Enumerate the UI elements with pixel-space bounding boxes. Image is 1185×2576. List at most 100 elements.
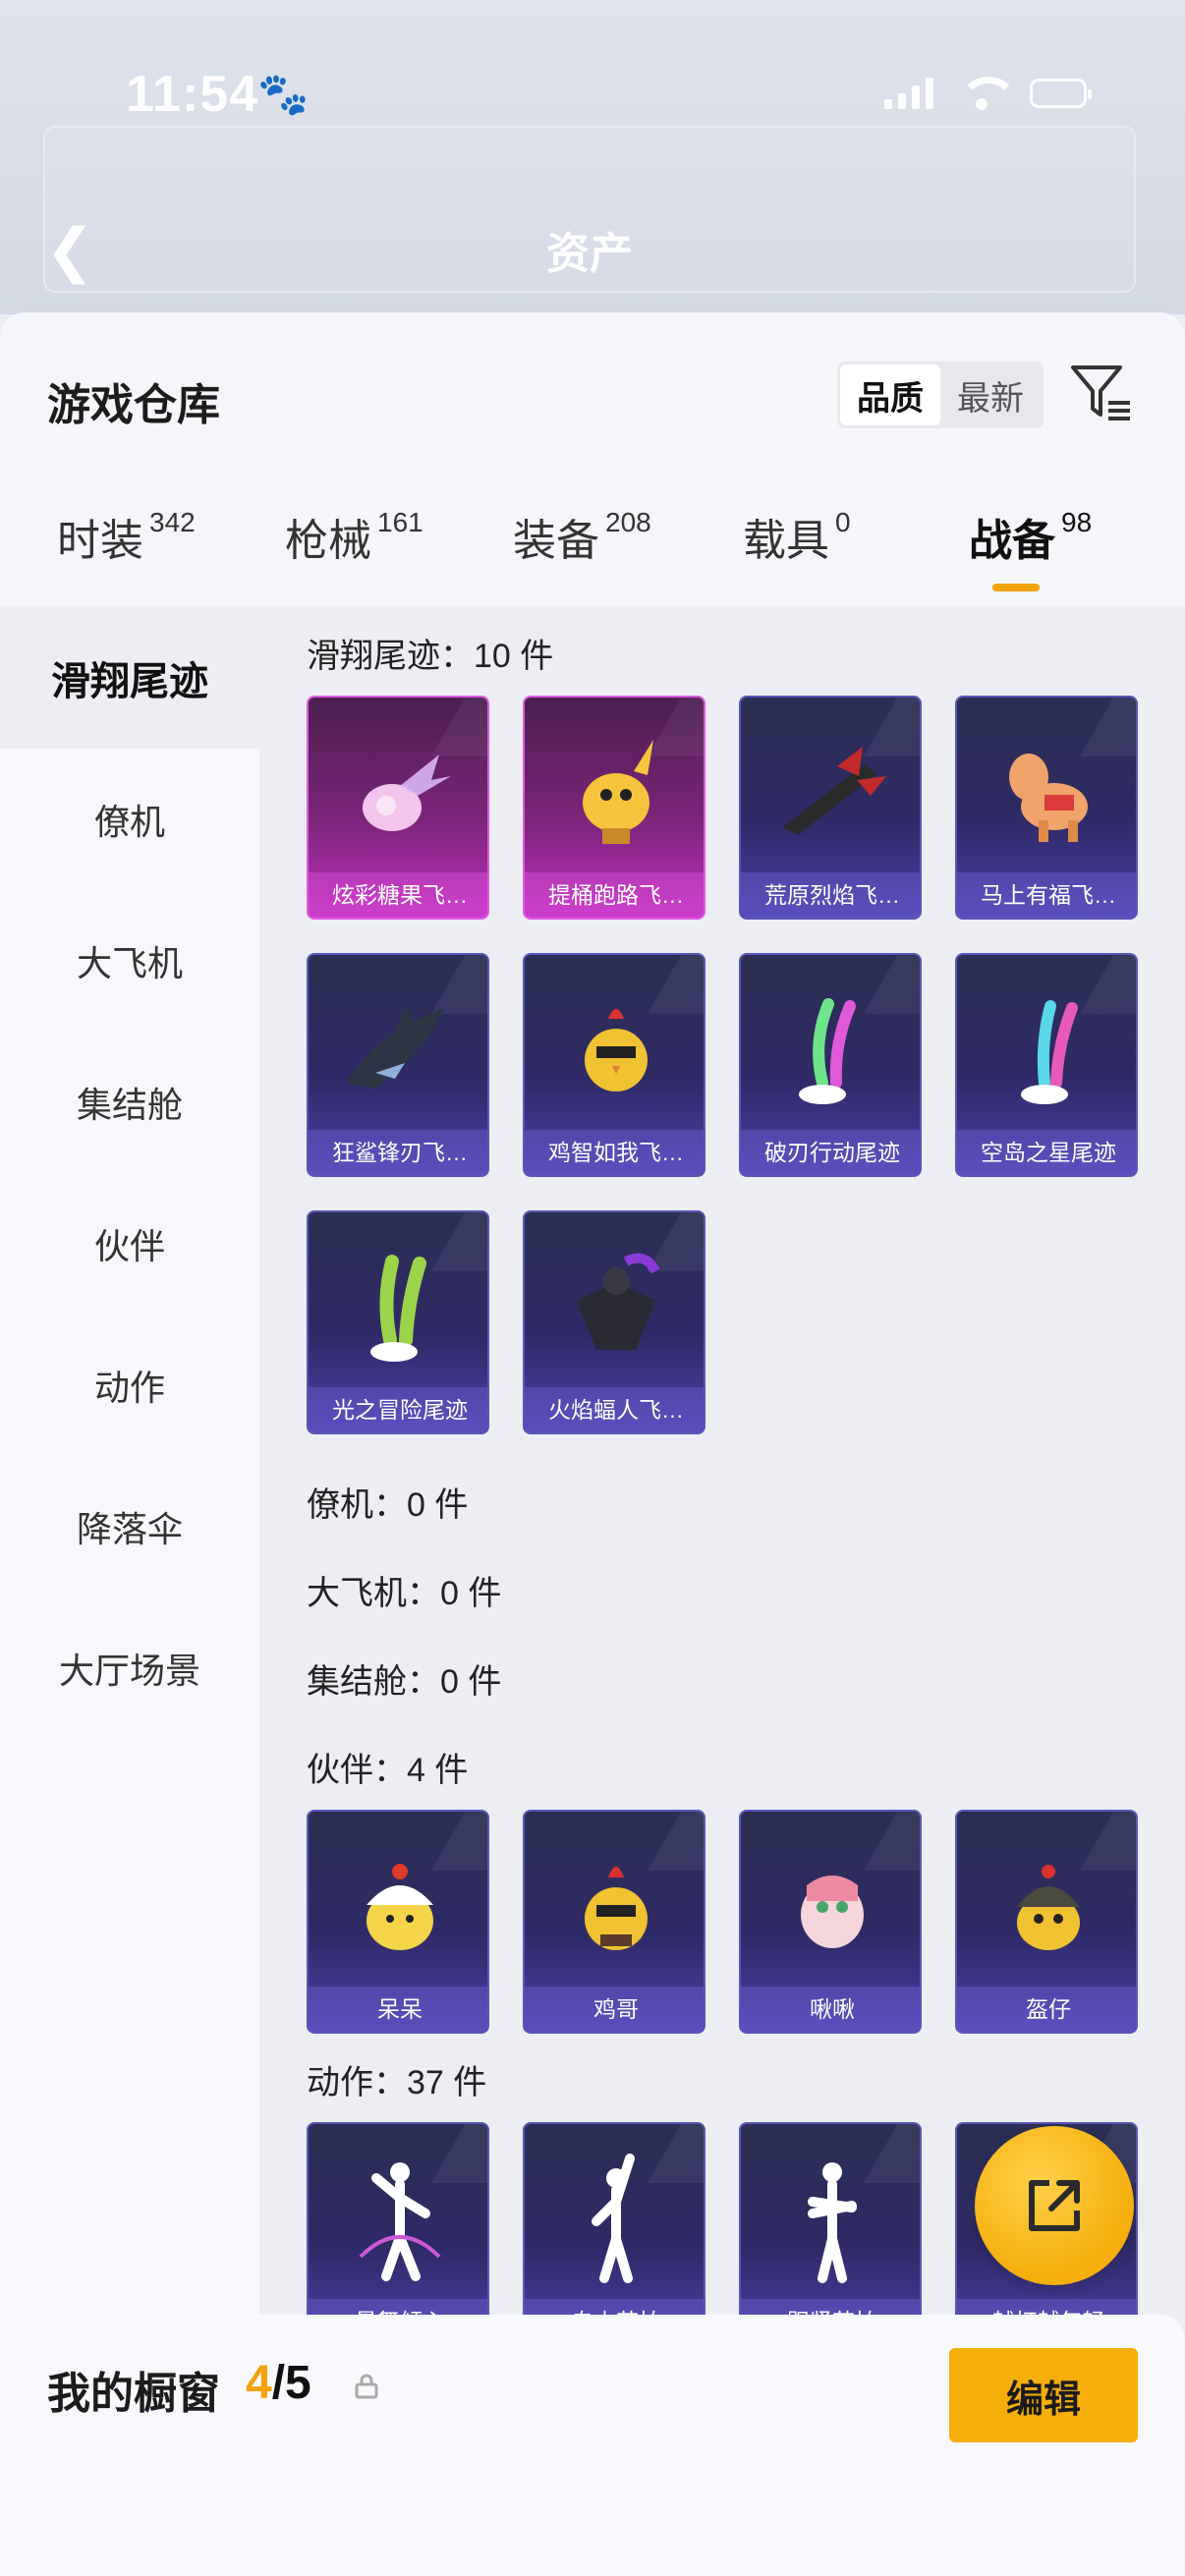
sidebar-item-plane[interactable]: 大飞机 [0,890,259,1032]
background-header: 11:54 🐾 ❮ 资产 [0,0,1185,314]
item-name: 荒原烈焰飞… [741,872,920,918]
battery-icon [1030,79,1092,108]
share-button[interactable] [975,2126,1134,2285]
tab-label: 载具 [743,517,829,565]
tab-label: 时装 [57,517,143,565]
share-icon [1029,2180,1080,2231]
section-label-pod: 集结舱：0 件 [307,1663,502,1701]
rainbow-trail-icon [741,965,920,1132]
item-name: 鸡哥 [525,1987,704,2032]
sort-newest-option[interactable]: 最新 [940,364,1041,425]
filter-icon[interactable] [1069,362,1134,424]
tab-label: 战备 [969,517,1055,565]
item-card[interactable]: 破刃行动尾迹 [739,953,922,1177]
bucket-chick-icon [525,707,704,874]
wifi-icon [959,77,1018,110]
active-tab-indicator [992,584,1040,591]
sidebar-item-glide-trail[interactable]: 滑翔尾迹 [0,607,259,749]
shark-glider-icon [309,965,487,1132]
sidebar-item-emote[interactable]: 动作 [0,1315,259,1456]
edit-button[interactable]: 编辑 [949,2348,1138,2442]
item-card[interactable]: 空岛之星尾迹 [955,953,1138,1177]
sidebar-item-pod[interactable]: 集结舱 [0,1032,259,1173]
item-name: 火焰蝠人飞… [525,1387,704,1432]
section-label-wingman: 僚机：0 件 [307,1486,469,1524]
status-time: 11:54 [126,66,259,123]
item-name: 盔仔 [957,1987,1136,2032]
chick-daidai-icon [309,1821,487,1988]
tab-count: 208 [605,507,651,537]
back-arrow-icon[interactable]: ❮ [45,216,94,285]
helmet-chick-icon [957,1821,1136,1988]
sort-toggle: 品质 最新 [837,362,1044,428]
item-card[interactable]: 马上有福飞… [955,696,1138,920]
item-name: 炫彩糖果飞… [309,872,487,918]
tab-count: 342 [149,507,196,537]
item-card[interactable]: 荒原烈焰飞… [739,696,922,920]
item-card[interactable]: 呆呆 [307,1810,489,2034]
section-label-partner: 伙伴：4 件 [307,1752,469,1789]
item-card[interactable]: 鸡智如我飞… [523,953,705,1177]
tab-equipment[interactable]: 装备 208 [513,505,651,603]
signal-icon [884,78,933,109]
item-card[interactable]: 盔仔 [955,1810,1138,2034]
sheet-header: 游戏仓库 品质 最新 时装 342 枪械 161 装备 208 载具 0 战备 … [0,312,1185,607]
item-card[interactable]: 鸡哥 [523,1810,705,2034]
pink-bird-icon [741,1821,920,1988]
section-label-emote: 动作：37 件 [307,2064,487,2101]
item-card[interactable]: 提桶跑路飞… [523,696,705,920]
item-name: 光之冒险尾迹 [309,1387,487,1432]
sky-island-trail-icon [957,965,1136,1132]
dance-pose-icon [309,2134,487,2301]
background-page-title: 资产 [546,230,633,278]
showcase-current: 4 [246,2357,272,2409]
follow-beat-pose-icon [741,2134,920,2301]
item-name: 鸡智如我飞… [525,1130,704,1175]
item-card[interactable]: 自由节拍 [523,2122,705,2346]
item-name: 啾啾 [741,1987,920,2032]
chicken-brother-icon [525,1821,704,1988]
sidebar-item-wingman[interactable]: 僚机 [0,749,259,890]
tab-vehicles[interactable]: 载具 0 [743,505,851,603]
candy-trail-icon [309,707,487,874]
item-card[interactable]: 曼舞倾心 [307,2122,489,2346]
item-name: 呆呆 [309,1987,487,2032]
showcase-bar: 我的橱窗 4/5 编辑 [0,2315,1185,2576]
item-card[interactable]: 光之冒险尾迹 [307,1210,489,1434]
item-card[interactable]: 啾啾 [739,1810,922,2034]
sheet-title: 游戏仓库 [47,381,220,429]
tab-guns[interactable]: 枪械 161 [285,505,423,603]
tab-count: 161 [377,507,423,537]
category-sidebar: 滑翔尾迹 僚机 大飞机 集结舱 伙伴 动作 降落伞 大厅场景 [0,607,259,2576]
warehouse-sheet: 游戏仓库 品质 最新 时装 342 枪械 161 装备 208 载具 0 战备 … [0,312,1185,2576]
lock-icon [355,2374,378,2399]
flame-glider-icon [741,707,920,874]
item-name: 破刃行动尾迹 [741,1130,920,1175]
sidebar-item-lobby-scene[interactable]: 大厅场景 [0,1597,259,1739]
tab-label: 装备 [513,517,599,565]
item-card[interactable]: 跟紧节拍 [739,2122,922,2346]
item-name: 空岛之星尾迹 [957,1130,1136,1175]
light-adventure-trail-icon [309,1222,487,1389]
tab-label: 枪械 [285,517,371,565]
status-icons [884,77,1092,110]
tab-count: 0 [835,507,851,537]
item-card[interactable]: 炫彩糖果飞… [307,696,489,920]
showcase-total: /5 [271,2357,311,2409]
item-card[interactable]: 狂鲨锋刃飞… [307,953,489,1177]
section-label-plane: 大飞机：0 件 [307,1575,502,1612]
item-card[interactable]: 火焰蝠人飞… [523,1210,705,1434]
sidebar-item-partner[interactable]: 伙伴 [0,1173,259,1315]
flame-batman-icon [525,1222,704,1389]
item-name: 狂鲨锋刃飞… [309,1130,487,1175]
chicken-glider-icon [525,965,704,1132]
item-name: 马上有福飞… [957,872,1136,918]
item-name: 提桶跑路飞… [525,872,704,918]
section-label-glide: 滑翔尾迹：10 件 [307,638,554,675]
tab-fashion[interactable]: 时装 342 [57,505,196,603]
sidebar-item-parachute[interactable]: 降落伞 [0,1456,259,1597]
free-beat-pose-icon [525,2134,704,2301]
paw-icon: 🐾 [257,71,310,117]
showcase-count: 4/5 [246,2356,311,2410]
sort-quality-option[interactable]: 品质 [840,364,940,425]
